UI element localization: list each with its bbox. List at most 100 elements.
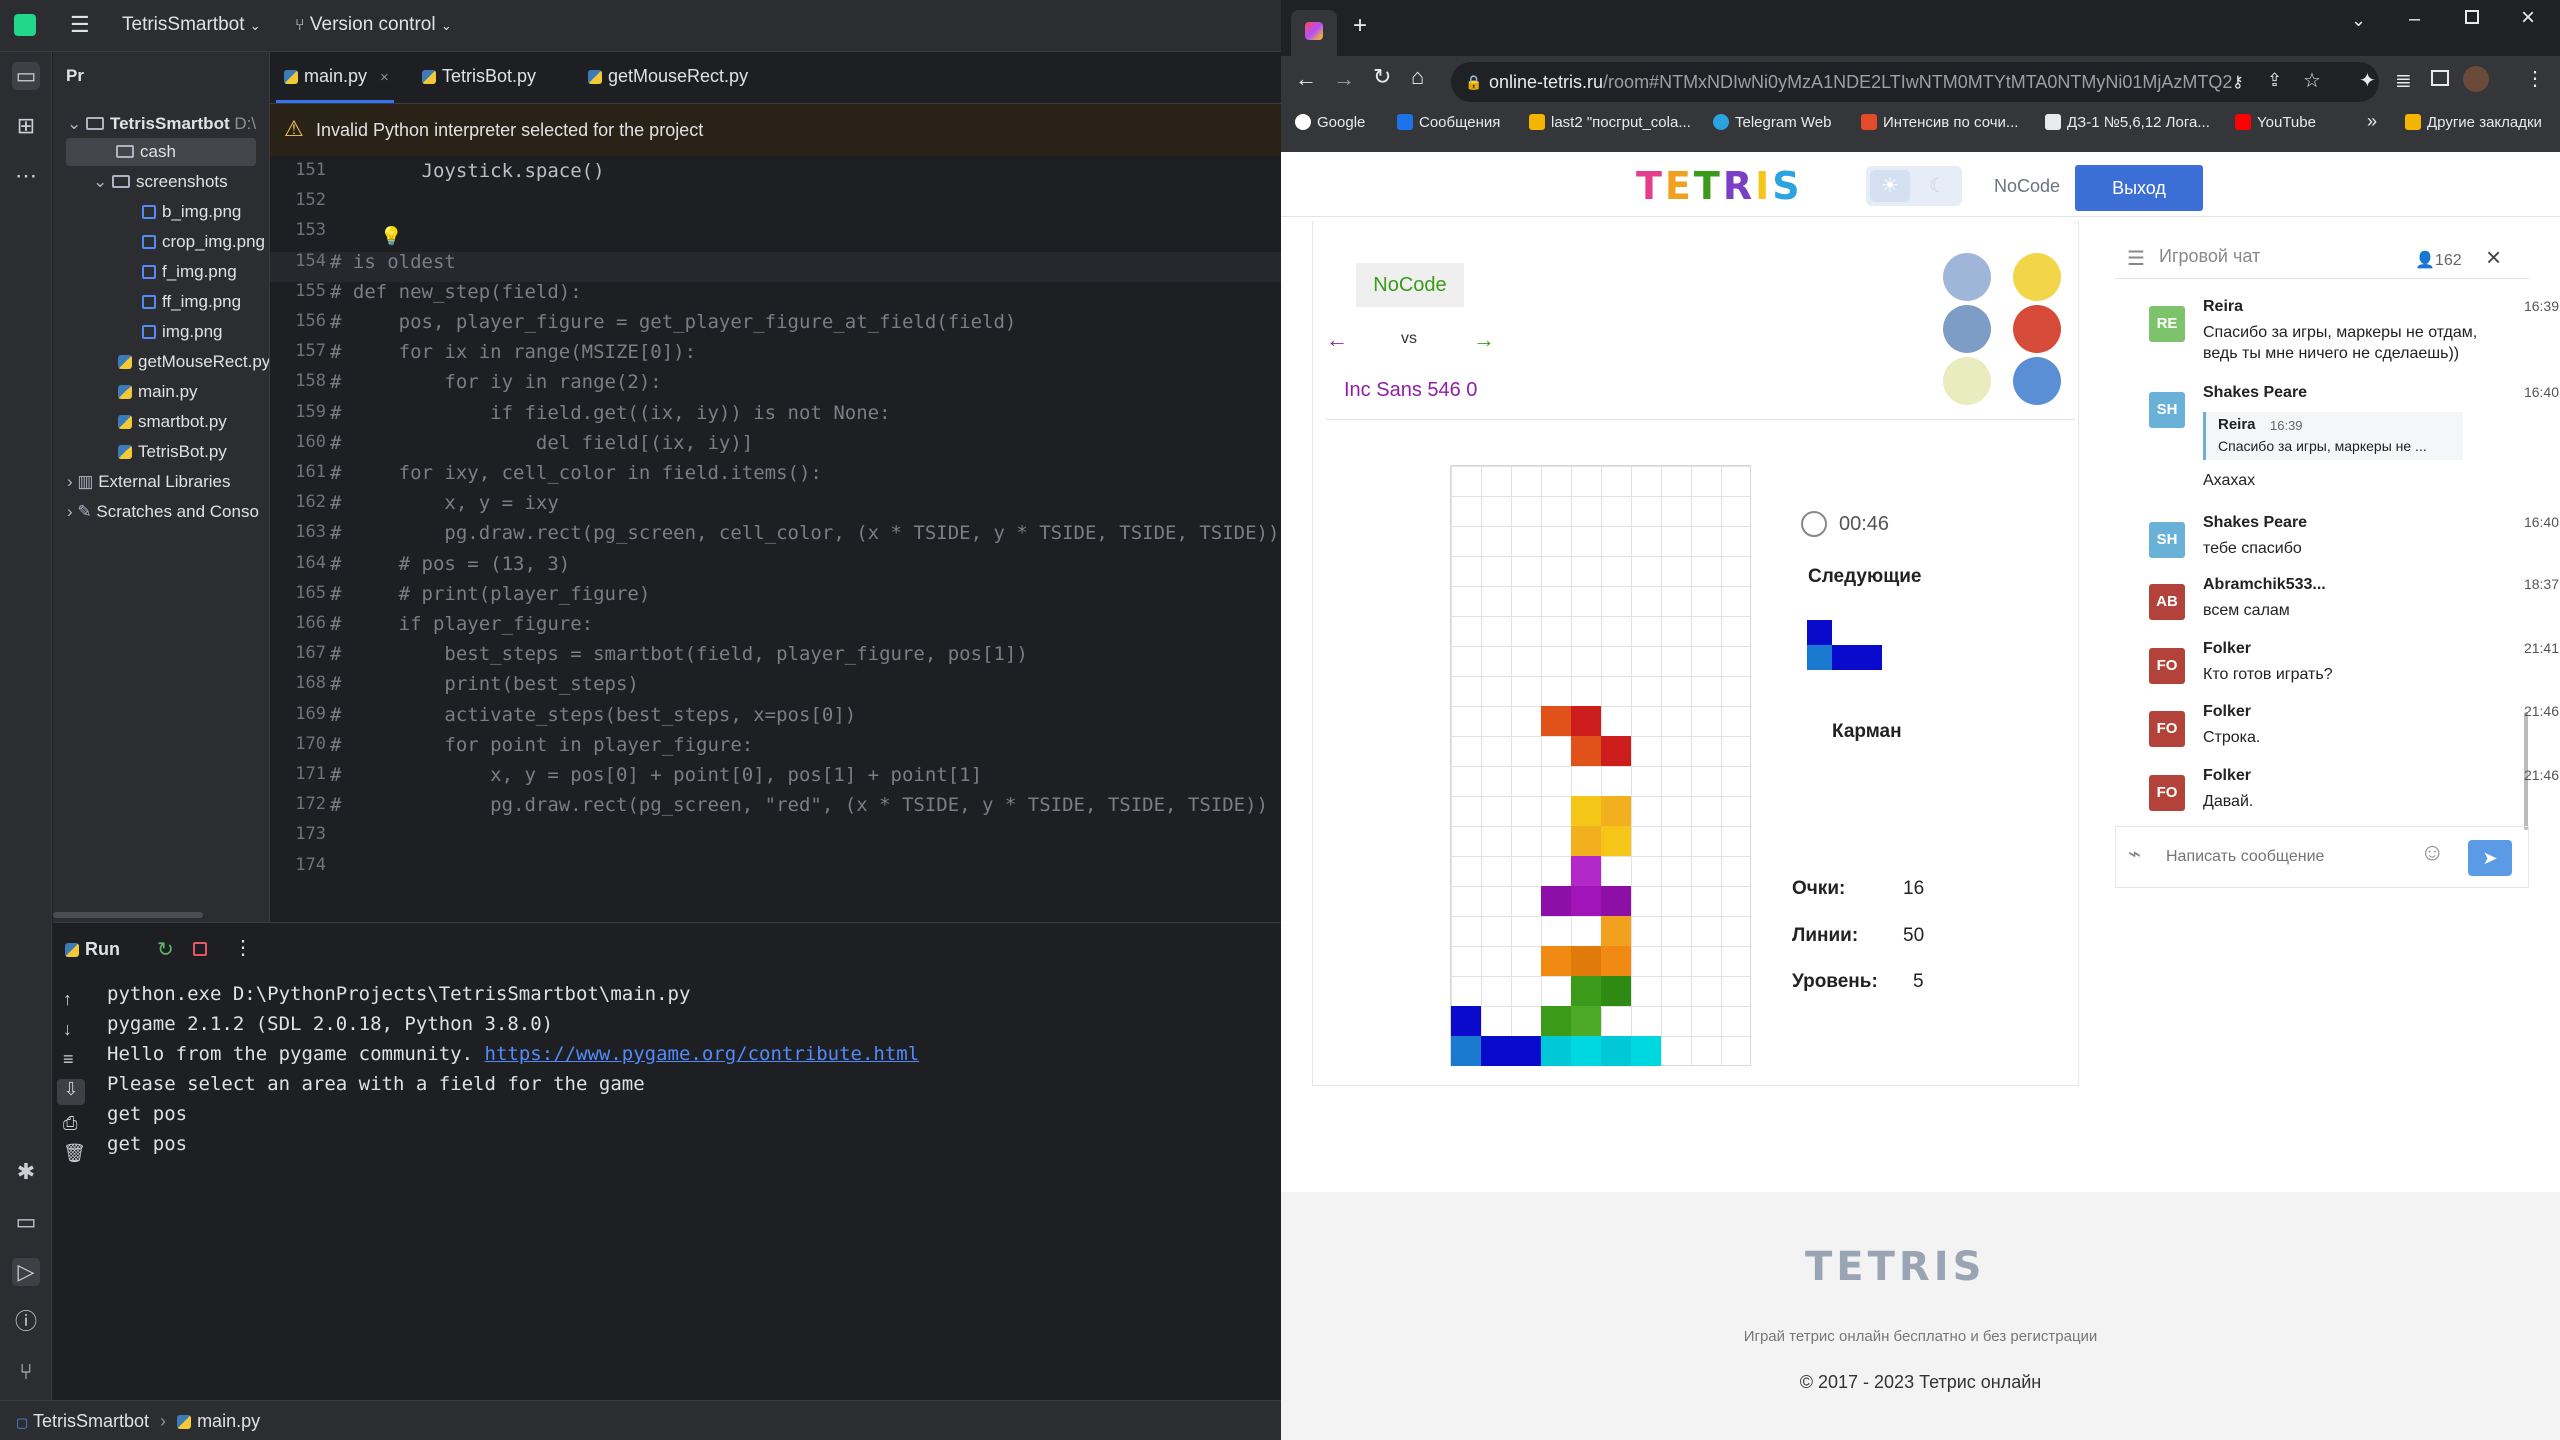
debug-icon[interactable]: ✱	[12, 1158, 40, 1186]
star-icon[interactable]: ☆	[2303, 68, 2321, 93]
breadcrumb-project[interactable]: TetrisSmartbot	[33, 1411, 149, 1431]
minimize-icon[interactable]: –	[2409, 8, 2420, 31]
close-chat-icon[interactable]: ×	[2486, 242, 2501, 273]
more-icon[interactable]: ⋮	[233, 935, 253, 960]
arrow-left-icon[interactable]: ←	[1326, 327, 1348, 353]
sticker-icon[interactable]	[2013, 253, 2061, 301]
status-bar: ▢ TetrisSmartbot › main.py	[0, 1400, 1281, 1440]
extensions-icon[interactable]: ✦	[2359, 68, 2376, 93]
close-window-icon[interactable]: ×	[2521, 4, 2535, 32]
bookmark-dz1[interactable]: ДЗ-1 №5,6,12 Лога...	[2045, 114, 2210, 131]
bookmark-intensiv[interactable]: Интенсив по сочи...	[1861, 114, 2018, 131]
run-icon[interactable]: ▷	[12, 1258, 40, 1286]
reload-icon[interactable]: ↻	[1373, 64, 1391, 90]
code-editor[interactable]: 💡 151 Joystick.space() 152 153 154 # is olde…	[270, 156, 1281, 890]
close-icon[interactable]: ×	[380, 69, 389, 86]
problems-icon[interactable]: ⓘ	[12, 1308, 40, 1336]
tab-getmouserect-py[interactable]: getMouseRect.py	[588, 66, 748, 87]
quote-time: 16:39	[2270, 418, 2303, 433]
main-menu-icon[interactable]: ☰	[70, 14, 92, 36]
sticker-icon[interactable]	[1943, 253, 1991, 301]
maximize-icon[interactable]	[2465, 10, 2479, 24]
logout-button[interactable]: Выход	[2075, 165, 2203, 211]
bookmark-other[interactable]: Другие закладки	[2405, 114, 2542, 131]
tetris-block	[1601, 946, 1631, 976]
tree-item-py[interactable]: smartbot.py	[118, 408, 227, 436]
tree-item-png[interactable]: img.png	[142, 318, 222, 346]
theme-toggle[interactable]: ☀ ☾	[1866, 166, 1962, 206]
more-icon[interactable]: ⋯	[12, 162, 40, 190]
menu-icon[interactable]: ☰	[2127, 246, 2145, 271]
tetris-board[interactable]	[1450, 465, 1751, 1066]
bookmark-google[interactable]: Google	[1295, 114, 1365, 131]
media-icon[interactable]: ≣	[2395, 68, 2412, 93]
tree-item-py[interactable]: main.py	[118, 378, 198, 406]
project-selector[interactable]: TetrisSmartbot ⌄	[122, 14, 261, 36]
bookmark-telegram[interactable]: Telegram Web	[1713, 114, 1831, 131]
key-icon[interactable]: ⚷	[2232, 72, 2244, 92]
vcs-selector[interactable]: ⑂ Version control ⌄	[295, 14, 452, 36]
tool-window-bar: ▭ ⊞ ⋯ ✱ ▭ ▷ ⓘ ⑂	[0, 52, 52, 1400]
stop-icon[interactable]	[193, 942, 207, 956]
bookmark-youtube[interactable]: YouTube	[2235, 114, 2316, 131]
sticker-icon[interactable]	[1943, 305, 1991, 353]
tree-item-png[interactable]: crop_img.png	[142, 228, 265, 256]
pygame-contribute-link[interactable]: https://www.pygame.org/contribute.html	[485, 1043, 920, 1065]
rerun-icon[interactable]: ↻	[157, 937, 174, 962]
structure-icon[interactable]: ⊞	[12, 112, 40, 140]
horizontal-scrollbar[interactable]	[53, 912, 203, 918]
paperclip-icon[interactable]: ⌁	[2128, 841, 2141, 867]
tree-item-png[interactable]: f_img.png	[142, 258, 237, 286]
new-tab-icon[interactable]: +	[1353, 14, 1367, 38]
folder-icon	[116, 145, 134, 158]
arrow-down-icon[interactable]: ↓	[63, 1019, 72, 1040]
tree-item-png[interactable]: b_img.png	[142, 198, 241, 226]
folder-icon[interactable]: ▭	[12, 62, 40, 90]
chat-author: Folker	[2203, 640, 2252, 657]
tab-tetrisbot-py[interactable]: TetrisBot.py	[422, 66, 536, 87]
tree-item-cash[interactable]: cash	[66, 138, 256, 166]
sticker-icon[interactable]	[2013, 305, 2061, 353]
share-icon[interactable]: ⇪	[2267, 70, 2282, 91]
run-tab[interactable]: Run	[65, 939, 120, 960]
tree-item-py[interactable]: getMouseRect.py	[118, 348, 269, 376]
bookmark-messages[interactable]: Сообщения	[1397, 114, 1500, 131]
back-icon[interactable]: ←	[1295, 66, 1317, 92]
emoji-icon[interactable]: ☺	[2420, 839, 2445, 867]
print-icon[interactable]: ⎙	[63, 1113, 77, 1134]
sticker-icon[interactable]	[2013, 357, 2061, 405]
breadcrumb-file[interactable]: main.py	[197, 1411, 260, 1431]
browser-menu-icon[interactable]: ⋮	[2525, 66, 2545, 91]
avatar[interactable]	[2463, 66, 2489, 92]
arrow-right-icon[interactable]: →	[1473, 327, 1495, 353]
sticker-icon[interactable]	[1943, 357, 1991, 405]
tree-item-external-libraries[interactable]: › ▥ External Libraries	[67, 468, 230, 496]
tab-main-py[interactable]: main.py ×	[284, 66, 389, 87]
tree-item-py[interactable]: TetrisBot.py	[118, 438, 227, 466]
git-icon[interactable]: ⑂	[12, 1358, 40, 1386]
sun-icon[interactable]: ☀	[1870, 170, 1910, 202]
lightbulb-icon[interactable]: 💡	[380, 226, 402, 247]
tree-item-png[interactable]: ff_img.png	[142, 288, 241, 316]
footer-logo[interactable]: TETRIS	[1805, 1244, 1985, 1290]
tree-item-scratches[interactable]: › ✎ Scratches and Conso	[67, 498, 259, 526]
send-button[interactable]: ➤	[2468, 840, 2512, 876]
tree-item-screenshots[interactable]: ⌄ screenshots	[93, 168, 228, 196]
trash-icon[interactable]: 🗑	[63, 1143, 86, 1164]
terminal-icon[interactable]: ▭	[12, 1208, 40, 1236]
tree-root[interactable]: ⌄ TetrisSmartbot D:\	[67, 110, 256, 138]
bookmark-last2[interactable]: last2 "посгрut_cola...	[1529, 114, 1691, 131]
sidepanel-icon[interactable]	[2431, 70, 2449, 86]
forward-icon[interactable]: →	[1333, 66, 1355, 92]
browser-tab[interactable]	[1291, 10, 1337, 56]
level-label: Уровень:	[1792, 971, 1878, 992]
chat-message-input[interactable]	[2166, 841, 2386, 873]
scroll-to-end-icon[interactable]: ⇩	[57, 1079, 85, 1105]
home-icon[interactable]: ⌂	[1411, 64, 1424, 90]
arrow-up-icon[interactable]: ↑	[63, 989, 72, 1010]
tab-search-icon[interactable]: ⌄	[2351, 10, 2366, 31]
wrap-icon[interactable]: ≡	[63, 1049, 74, 1070]
moon-icon[interactable]: ☾	[1920, 170, 1956, 202]
bookmarks-more[interactable]: »	[2367, 111, 2377, 132]
site-logo[interactable]: TETRIS	[1636, 164, 1803, 208]
